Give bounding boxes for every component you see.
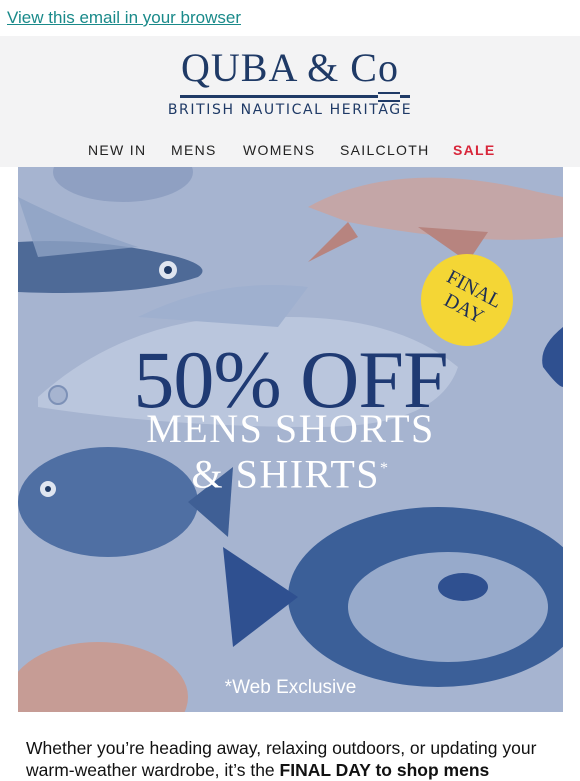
- body-copy: Whether you’re heading away, relaxing ou…: [26, 737, 556, 781]
- web-exclusive-note: *Web Exclusive: [224, 677, 357, 698]
- body-copy-bold: FINAL DAY to shop mens: [279, 760, 490, 780]
- hero-subline-2-mark: *: [380, 460, 390, 477]
- logo-ornament: [378, 92, 400, 102]
- nav-item-mens[interactable]: MENS: [171, 142, 217, 158]
- brand-header: QUBA & Co BRITISH NAUTICAL HERITAGE: [0, 36, 580, 132]
- view-in-browser-link[interactable]: View this email in your browser: [7, 8, 241, 28]
- brand-tagline: BRITISH NAUTICAL HERITAGE: [167, 102, 413, 118]
- nav-item-new-in[interactable]: NEW IN: [88, 142, 146, 158]
- main-nav: NEW IN MENS WOMENS SAILCLOTH SALE: [0, 132, 580, 167]
- hero-subline-1: MENS SHORTS: [146, 406, 435, 451]
- hero-subline-2: & SHIRTS*: [18, 447, 563, 496]
- nav-item-womens[interactable]: WOMENS: [243, 142, 315, 158]
- hero-subline-2-text: & SHIRTS: [191, 451, 381, 497]
- nav-item-sailcloth[interactable]: SAILCLOTH: [340, 142, 430, 158]
- brand-logo[interactable]: QUBA & Co: [0, 44, 580, 92]
- hero-banner[interactable]: FINAL DAY 50% OFF MENS SHORTS & SHIRTS* …: [18, 167, 563, 712]
- preheader: View this email in your browser: [0, 0, 580, 36]
- logo-rule: [180, 95, 410, 98]
- nav-item-sale[interactable]: SALE: [453, 142, 496, 158]
